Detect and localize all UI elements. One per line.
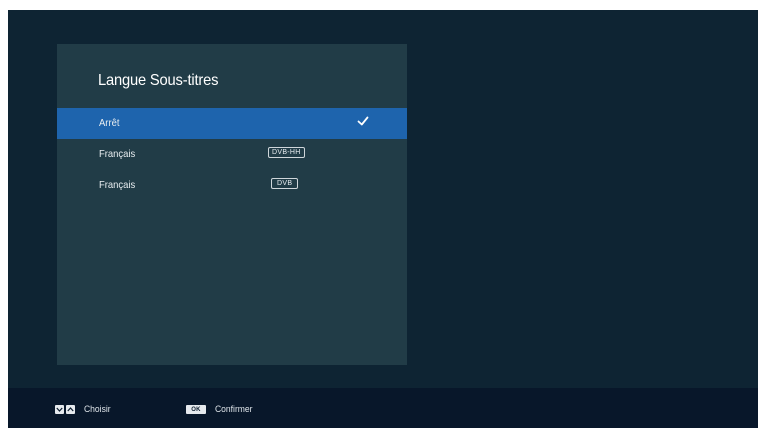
ok-key: OK bbox=[186, 405, 206, 414]
list-item-francais-dvb[interactable]: Français DVB bbox=[57, 170, 407, 201]
confirm-label: Confirmer bbox=[215, 404, 253, 415]
chevron-up-icon bbox=[66, 405, 75, 414]
choose-hint: Choisir bbox=[55, 404, 114, 415]
subtitle-language-panel: Langue Sous-titres Arrêt Français DVB-HH… bbox=[57, 44, 407, 365]
footer-hints-bar: Choisir OK Confirmer bbox=[8, 388, 758, 428]
subtitle-language-list: Arrêt Français DVB-HH Français DVB bbox=[57, 108, 407, 201]
chevron-down-icon bbox=[55, 405, 64, 414]
tv-screen: Langue Sous-titres Arrêt Français DVB-HH… bbox=[8, 10, 758, 428]
list-item-francais-dvb-hh[interactable]: Français DVB-HH bbox=[57, 139, 407, 170]
choose-label: Choisir bbox=[84, 404, 111, 415]
list-item-label: Arrêt bbox=[99, 117, 120, 129]
confirm-hint: OK Confirmer bbox=[186, 404, 257, 415]
check-icon bbox=[357, 116, 369, 126]
panel-title: Langue Sous-titres bbox=[98, 72, 219, 89]
list-item-label: Français bbox=[99, 148, 136, 160]
list-item-off[interactable]: Arrêt bbox=[57, 108, 407, 139]
list-item-label: Français bbox=[99, 179, 136, 191]
dvb-badge: DVB bbox=[271, 178, 299, 189]
dvb-hh-badge: DVB-HH bbox=[268, 147, 305, 158]
